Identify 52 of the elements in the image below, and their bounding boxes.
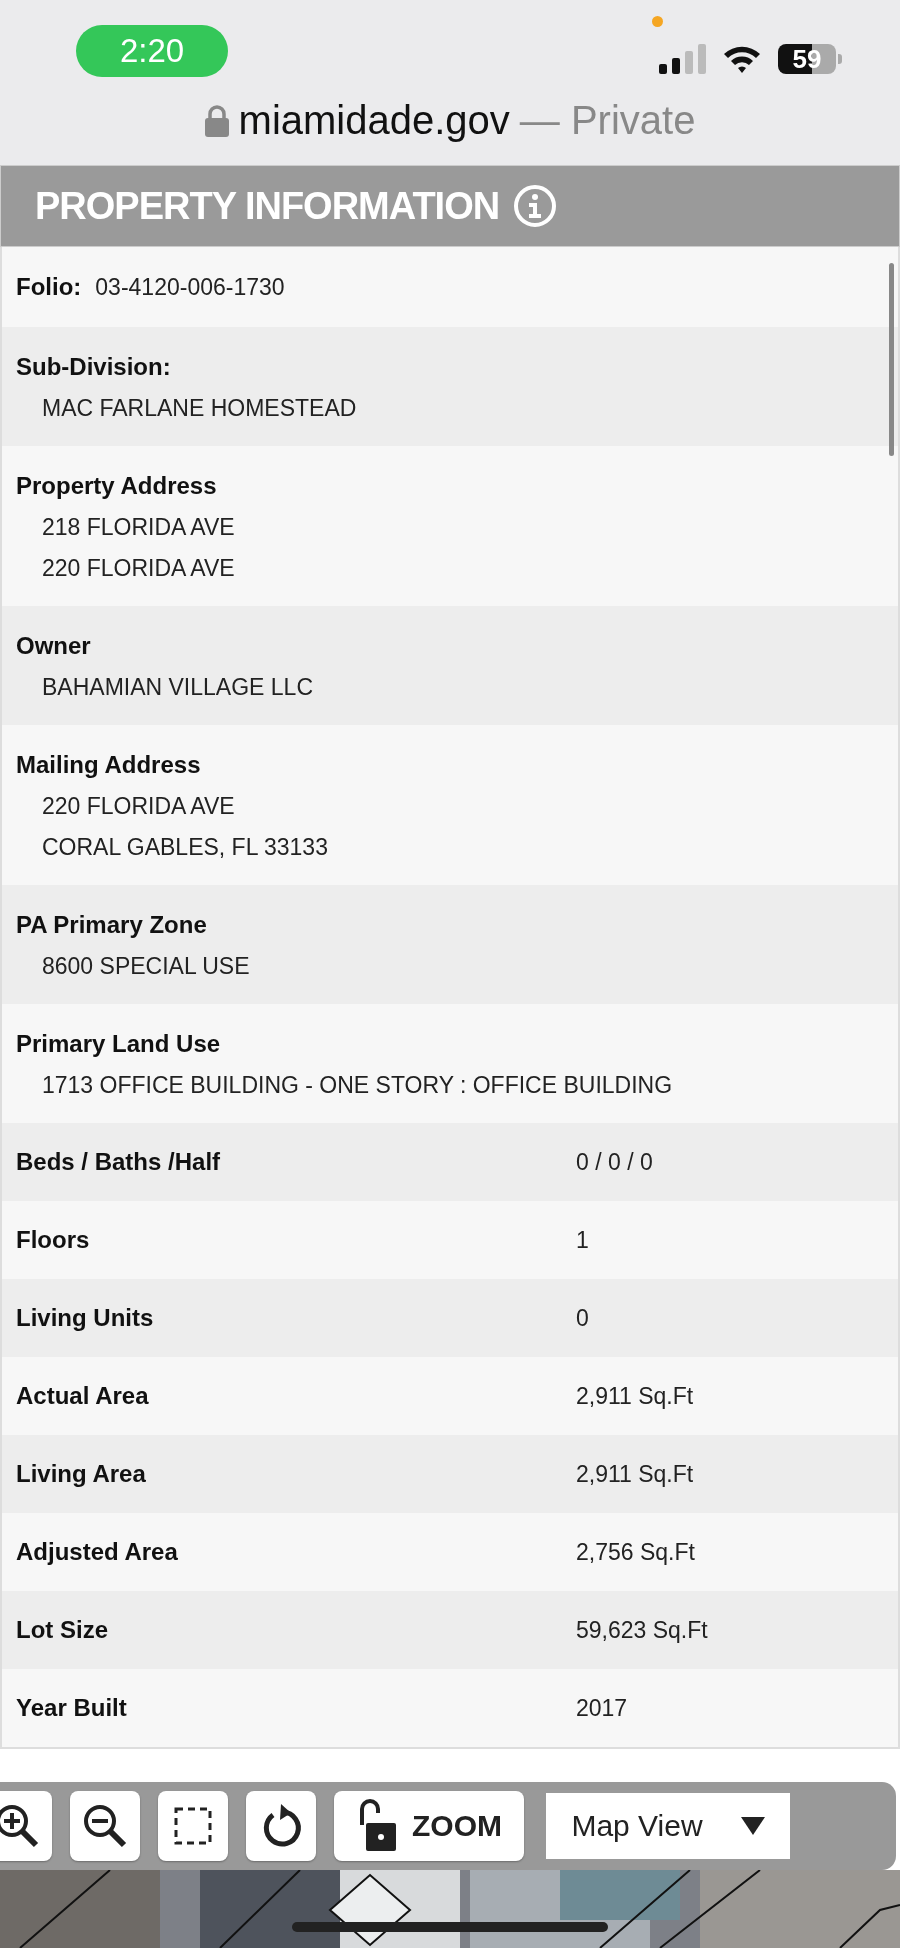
field-value: 220 FLORIDA AVE: [41, 555, 236, 582]
url-domain[interactable]: miamidade.gov: [238, 98, 510, 143]
private-label: — Private: [519, 98, 696, 143]
field-label: Property Address: [16, 472, 218, 500]
field-value: 220 FLORIDA AVE: [41, 793, 236, 820]
field-value: 2017: [576, 1694, 628, 1722]
field-value: 1713 OFFICE BUILDING - ONE STORY : OFFICE BUILDING: [41, 1072, 674, 1099]
status-time: 2:20: [76, 25, 228, 77]
field-label: Adjusted Area: [16, 1538, 179, 1566]
zoom-out-icon: [82, 1803, 128, 1849]
field-value: 1: [576, 1226, 589, 1254]
dashed-square-icon: [173, 1806, 213, 1846]
field-label: Beds / Baths /Half: [16, 1148, 222, 1176]
dropdown-caret-icon: [740, 1817, 765, 1835]
select-box-button[interactable]: [158, 1791, 228, 1861]
zoom-lock-button[interactable]: ZOOM: [334, 1791, 524, 1861]
reset-button[interactable]: [246, 1791, 316, 1861]
panel-title: PROPERTY INFORMATION: [35, 184, 500, 228]
field-value: 2,756 Sq.Ft: [576, 1538, 695, 1566]
field-value: 2,911 Sq.Ft: [576, 1460, 694, 1488]
scrollbar[interactable]: [889, 263, 894, 456]
field-label: Actual Area: [16, 1382, 150, 1410]
field-value: 0: [576, 1304, 589, 1332]
field-value: 59,623 Sq.Ft: [576, 1616, 708, 1644]
field-label: Sub-Division:: [16, 353, 172, 381]
field-value: 218 FLORIDA AVE: [41, 514, 236, 541]
field-label: Owner: [16, 632, 92, 660]
field-value: MAC FARLANE HOMESTEAD: [41, 395, 358, 422]
field-label: PA Primary Zone: [16, 911, 208, 939]
field-label: Folio:: [16, 273, 82, 301]
wifi-icon: [722, 44, 762, 74]
field-label: Living Area: [16, 1460, 147, 1488]
field-label: Mailing Address: [16, 751, 202, 779]
field-label: Lot Size: [16, 1616, 109, 1644]
field-value: CORAL GABLES, FL 33133: [41, 834, 329, 861]
field-value: 03-4120-006-1730: [95, 273, 285, 301]
zoom-in-button[interactable]: [0, 1791, 52, 1861]
field-value: 2,911 Sq.Ft: [576, 1382, 694, 1410]
field-value: 8600 SPECIAL USE: [41, 953, 251, 980]
field-value: 0 / 0 / 0: [576, 1148, 653, 1176]
info-icon[interactable]: [513, 184, 558, 228]
signal-icon: [659, 44, 707, 74]
field-value: BAHAMIAN VILLAGE LLC: [41, 674, 314, 701]
field-label: Year Built: [16, 1694, 128, 1722]
view-select[interactable]: Map View: [546, 1793, 790, 1859]
zoom-out-button[interactable]: [70, 1791, 140, 1861]
field-label: Primary Land Use: [16, 1030, 222, 1058]
zoom-in-icon: [0, 1803, 40, 1849]
lock-icon: [204, 104, 229, 137]
privacy-indicator-icon: [652, 16, 663, 27]
field-label: Floors: [16, 1226, 91, 1254]
field-label: Living Units: [16, 1304, 155, 1332]
